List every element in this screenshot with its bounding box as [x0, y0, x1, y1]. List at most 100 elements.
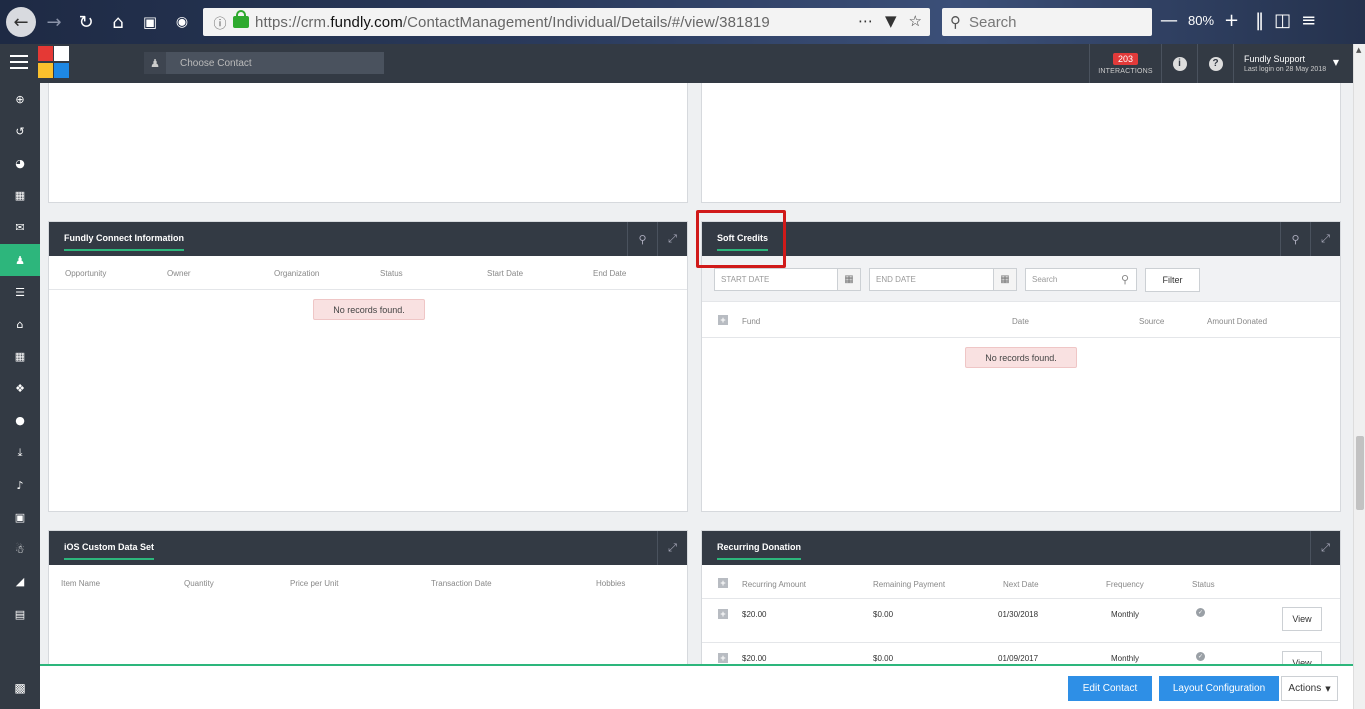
- zoom-level[interactable]: 80%: [1188, 13, 1214, 28]
- soft-credits-columns: + Fund Date Source Amount Donated: [702, 302, 1340, 338]
- actions-dropdown[interactable]: Actions ▼: [1281, 676, 1338, 701]
- pocket-icon[interactable]: ▼: [885, 12, 897, 30]
- zoom-in-button[interactable]: +: [1224, 10, 1239, 31]
- panel-search-icon[interactable]: ⚲: [627, 222, 657, 256]
- ios-custom-header: iOS Custom Data Set ⤢: [49, 531, 687, 565]
- layout-configuration-button[interactable]: Layout Configuration: [1159, 676, 1279, 701]
- browser-search-placeholder: Search: [969, 13, 1017, 31]
- bookmark-star-icon[interactable]: ☆: [909, 12, 922, 30]
- new-tab-icon[interactable]: ▣: [136, 8, 164, 36]
- column-header[interactable]: Frequency: [1106, 580, 1144, 589]
- filter-button[interactable]: Filter: [1145, 268, 1200, 292]
- column-header[interactable]: Price per Unit: [290, 579, 338, 588]
- sidebar-calendar-icon[interactable]: ▦: [0, 341, 40, 373]
- column-header[interactable]: Owner: [167, 269, 191, 278]
- info-circle-icon: i: [1172, 56, 1187, 71]
- sidebar-recent-icon[interactable]: ↺: [0, 115, 40, 147]
- expand-icon[interactable]: ⤢: [1310, 531, 1340, 565]
- sidebar-volunteers-icon[interactable]: ☃: [0, 534, 40, 566]
- menu-icon[interactable]: ≡: [1301, 10, 1316, 31]
- column-header[interactable]: Date: [1012, 317, 1029, 326]
- sidebar-toggle-icon[interactable]: ◫: [1274, 10, 1291, 31]
- sidebar-id-card-icon[interactable]: ▣: [0, 501, 40, 533]
- hamburger-menu-icon[interactable]: [10, 55, 28, 73]
- calendar-icon[interactable]: ▦: [837, 269, 860, 290]
- column-header[interactable]: Amount Donated: [1207, 317, 1267, 326]
- no-records-message: No records found.: [965, 347, 1077, 368]
- choose-contact-input[interactable]: ♟ Choose Contact: [144, 52, 384, 74]
- zoom-out-button[interactable]: —: [1160, 10, 1178, 31]
- remaining-payment: $0.00: [873, 654, 894, 663]
- sidebar-forms-icon[interactable]: ▤: [0, 598, 40, 630]
- column-header[interactable]: Remaining Payment: [873, 580, 945, 589]
- fundly-logo[interactable]: [38, 46, 70, 79]
- info-button[interactable]: i: [1161, 44, 1197, 83]
- private-mask-icon[interactable]: ◉: [168, 8, 196, 36]
- home-icon[interactable]: ⌂: [104, 8, 132, 36]
- forward-button[interactable]: →: [40, 8, 68, 36]
- library-icon[interactable]: ‖: [1255, 10, 1264, 31]
- column-header[interactable]: End Date: [593, 269, 626, 278]
- column-header[interactable]: Recurring Amount: [742, 580, 806, 589]
- ios-custom-columns: Item Name Quantity Price per Unit Transa…: [49, 565, 687, 599]
- sidebar-apps-icon[interactable]: ▩: [0, 673, 40, 703]
- expand-icon[interactable]: ⤢: [1310, 222, 1340, 256]
- sidebar-dashboard-icon[interactable]: ◕: [0, 147, 40, 179]
- page-scrollbar[interactable]: ▲: [1353, 44, 1365, 709]
- soft-credits-search-input[interactable]: Search ⚲: [1025, 268, 1137, 291]
- info-icon[interactable]: ⓘ: [209, 13, 231, 32]
- expand-all-plus-icon[interactable]: +: [718, 578, 728, 588]
- expand-icon[interactable]: ⤢: [657, 222, 687, 256]
- scroll-up-icon[interactable]: ▲: [1356, 46, 1361, 54]
- column-header[interactable]: Source: [1139, 317, 1164, 326]
- frequency: Monthly: [1111, 654, 1140, 663]
- end-date-input[interactable]: END DATE ▦: [869, 268, 1017, 291]
- sidebar-contacts-icon[interactable]: ♟: [0, 243, 40, 277]
- column-header[interactable]: Fund: [742, 317, 760, 326]
- soft-credits-filter-bar: START DATE ▦ END DATE ▦ Search ⚲ Filter: [702, 256, 1340, 302]
- expand-all-plus-icon[interactable]: +: [718, 315, 728, 325]
- sidebar-mail-icon[interactable]: ✉: [0, 212, 40, 244]
- help-button[interactable]: ?: [1197, 44, 1233, 83]
- interactions-button[interactable]: 203 INTERACTIONS: [1089, 44, 1161, 83]
- column-header[interactable]: Status: [380, 269, 403, 278]
- expand-row-plus-icon[interactable]: +: [718, 609, 728, 619]
- sidebar-layers-icon[interactable]: ☰: [0, 276, 40, 308]
- expand-row-plus-icon[interactable]: +: [718, 653, 728, 663]
- sidebar-tickets-icon[interactable]: ❖: [0, 373, 40, 405]
- user-menu[interactable]: Fundly Support Last login on 28 May 2018…: [1233, 44, 1353, 83]
- sidebar-import-icon[interactable]: ⤓: [0, 437, 40, 469]
- panel-search-icon[interactable]: ⚲: [1280, 222, 1310, 256]
- column-header[interactable]: Quantity: [184, 579, 214, 588]
- reload-icon[interactable]: ↻: [72, 8, 100, 36]
- column-header[interactable]: Opportunity: [65, 269, 106, 278]
- url-bar[interactable]: ⓘ https://crm.fundly.com/ContactManageme…: [203, 8, 930, 36]
- caret-down-icon: ▼: [1332, 58, 1339, 67]
- back-button[interactable]: ←: [6, 7, 36, 37]
- column-header[interactable]: Transaction Date: [431, 579, 492, 588]
- column-header[interactable]: Next Date: [1003, 580, 1039, 589]
- edit-contact-button[interactable]: Edit Contact: [1068, 676, 1152, 701]
- sidebar-reports-icon[interactable]: ◢: [0, 566, 40, 598]
- sidebar-add-icon[interactable]: ⊕: [0, 83, 40, 115]
- start-date-input[interactable]: START DATE ▦: [714, 268, 861, 291]
- sidebar-organization-icon[interactable]: ⌂: [0, 308, 40, 340]
- view-button[interactable]: View: [1282, 607, 1322, 631]
- sidebar-money-bag-icon[interactable]: ●: [0, 405, 40, 437]
- recurring-donation-title: Recurring Donation: [717, 542, 802, 560]
- url-text: https://crm.fundly.com/ContactManagement…: [255, 14, 770, 31]
- expand-icon[interactable]: ⤢: [657, 531, 687, 565]
- column-header[interactable]: Organization: [274, 269, 319, 278]
- url-host: fundly.com: [330, 13, 403, 31]
- sidebar-events-icon[interactable]: ♪: [0, 469, 40, 501]
- browser-search-input[interactable]: ⚲ Search: [942, 8, 1152, 36]
- calendar-icon[interactable]: ▦: [993, 269, 1016, 290]
- scrollbar-thumb[interactable]: [1356, 436, 1364, 510]
- sidebar-grid-icon[interactable]: ▦: [0, 180, 40, 212]
- column-header[interactable]: Item Name: [61, 579, 100, 588]
- column-header[interactable]: Hobbies: [596, 579, 625, 588]
- column-header[interactable]: Status: [1192, 580, 1215, 589]
- remaining-payment: $0.00: [873, 610, 894, 619]
- column-header[interactable]: Start Date: [487, 269, 523, 278]
- page-actions-icon[interactable]: ⋯: [858, 12, 873, 30]
